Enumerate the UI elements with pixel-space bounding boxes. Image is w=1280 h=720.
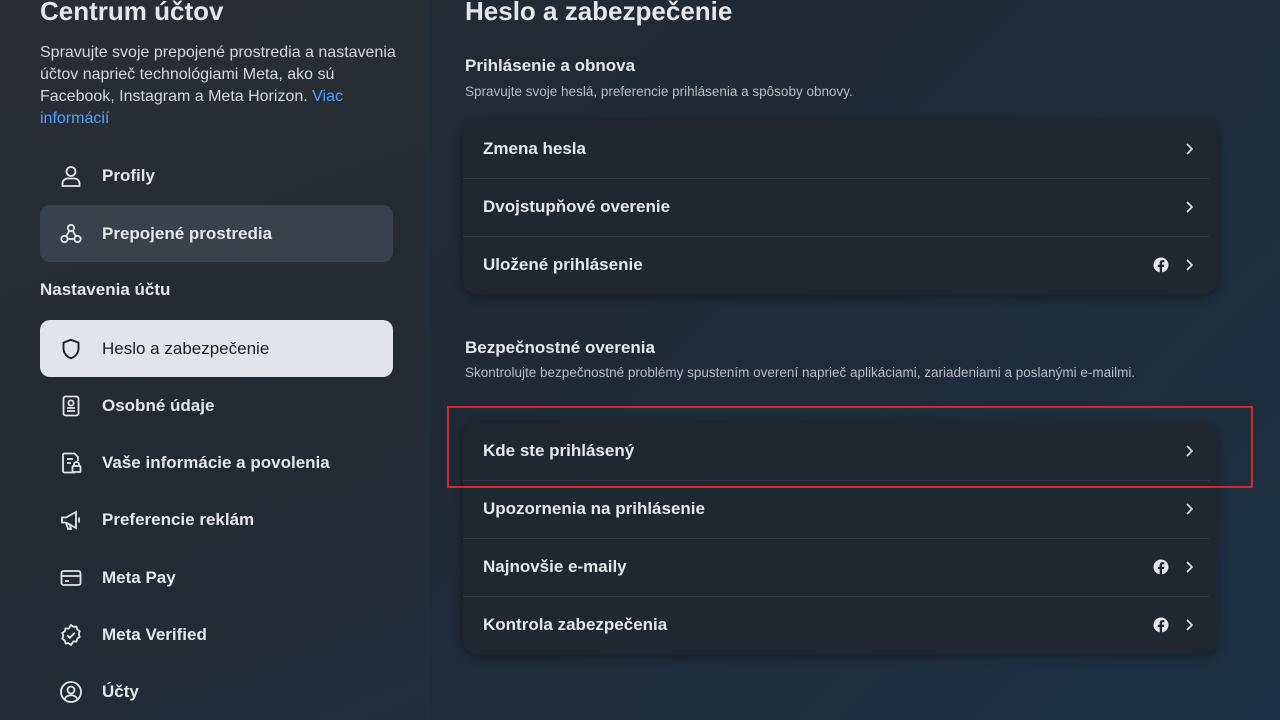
- sidebar-title: Centrum účtov: [40, 0, 224, 26]
- credit-card-icon: [58, 565, 84, 591]
- chevron-right-icon: [1186, 143, 1194, 155]
- sidebar-item-meta-pay[interactable]: Meta Pay: [40, 549, 393, 606]
- facebook-icon: [1153, 617, 1169, 633]
- sidebar-item-label: Heslo a zabezpečenie: [102, 338, 270, 358]
- security-checks-description: Skontrolujte bezpečnostné problémy spust…: [465, 365, 1136, 380]
- sidebar-item-meta-verified[interactable]: Meta Verified: [40, 606, 393, 663]
- sidebar-item-label: Meta Pay: [102, 567, 176, 587]
- chevron-right-icon: [1186, 201, 1194, 213]
- sidebar-item-connected-experiences[interactable]: Prepojené prostredia: [40, 205, 393, 262]
- shield-icon: [58, 336, 84, 362]
- sidebar-item-accounts[interactable]: Účty: [40, 663, 393, 720]
- security-checks-card: Kde ste prihlásený Upozornenia na prihlá…: [463, 422, 1217, 654]
- sidebar-item-ad-preferences[interactable]: Preferencie reklám: [40, 491, 393, 548]
- sidebar-item-label: Meta Verified: [102, 624, 207, 644]
- account-circle-icon: [58, 679, 84, 705]
- sidebar-item-personal-details[interactable]: Osobné údaje: [40, 377, 393, 434]
- login-recovery-card: Zmena hesla Dvojstupňové overenie Uložen…: [463, 120, 1217, 294]
- sidebar-item-profiles[interactable]: Profily: [40, 147, 393, 204]
- sidebar: Centrum účtov Spravujte svoje prepojené …: [0, 0, 428, 720]
- row-label: Najnovšie e-maily: [483, 557, 627, 576]
- sidebar-description: Spravujte svoje prepojené prostredia a n…: [40, 42, 400, 130]
- sidebar-item-label: Prepojené prostredia: [102, 223, 273, 243]
- person-icon: [58, 163, 84, 189]
- login-alerts-row[interactable]: Upozornenia na prihlásenie: [463, 480, 1217, 538]
- sidebar-item-label: Vaše informácie a povolenia: [102, 452, 330, 472]
- change-password-row[interactable]: Zmena hesla: [463, 120, 1217, 178]
- page-title: Heslo a zabezpečenie: [465, 0, 733, 26]
- row-label: Kde ste prihlásený: [483, 441, 635, 460]
- security-checks-title: Bezpečnostné overenia: [465, 338, 655, 357]
- row-label: Dvojstupňové overenie: [483, 197, 671, 216]
- row-label: Zmena hesla: [483, 139, 586, 158]
- facebook-icon: [1153, 559, 1169, 575]
- login-section-description: Spravujte svoje heslá, preferencie prihl…: [465, 84, 853, 99]
- chevron-right-icon: [1186, 445, 1194, 457]
- sidebar-item-label: Preferencie reklám: [102, 509, 255, 529]
- info-permissions-icon: [58, 450, 84, 476]
- login-section-title: Prihlásenie a obnova: [465, 56, 636, 75]
- sidebar-item-label: Osobné údaje: [102, 395, 215, 415]
- recent-emails-row[interactable]: Najnovšie e-maily: [463, 538, 1217, 596]
- sidebar-item-password-security[interactable]: Heslo a zabezpečenie: [40, 320, 393, 377]
- sidebar-item-your-information[interactable]: Vaše informácie a povolenia: [40, 434, 393, 491]
- chevron-right-icon: [1186, 503, 1194, 515]
- security-checkup-row[interactable]: Kontrola zabezpečenia: [463, 596, 1217, 654]
- chevron-right-icon: [1186, 619, 1194, 631]
- account-settings-heading: Nastavenia účtu: [40, 280, 171, 299]
- connected-experiences-icon: [58, 221, 84, 247]
- chevron-right-icon: [1186, 561, 1194, 573]
- megaphone-icon: [58, 507, 84, 533]
- row-label: Uložené prihlásenie: [483, 255, 643, 274]
- chevron-right-icon: [1186, 259, 1194, 271]
- facebook-icon: [1153, 257, 1169, 273]
- where-logged-in-row[interactable]: Kde ste prihlásený: [463, 422, 1217, 480]
- sidebar-item-label: Účty: [102, 681, 139, 701]
- panel-divider: [428, 0, 429, 720]
- verified-badge-icon: [58, 622, 84, 648]
- id-card-icon: [58, 393, 84, 419]
- row-label: Upozornenia na prihlásenie: [483, 499, 705, 518]
- saved-login-row[interactable]: Uložené prihlásenie: [463, 236, 1217, 294]
- row-label: Kontrola zabezpečenia: [483, 615, 668, 634]
- sidebar-item-label: Profily: [102, 165, 155, 185]
- two-factor-auth-row[interactable]: Dvojstupňové overenie: [463, 178, 1217, 236]
